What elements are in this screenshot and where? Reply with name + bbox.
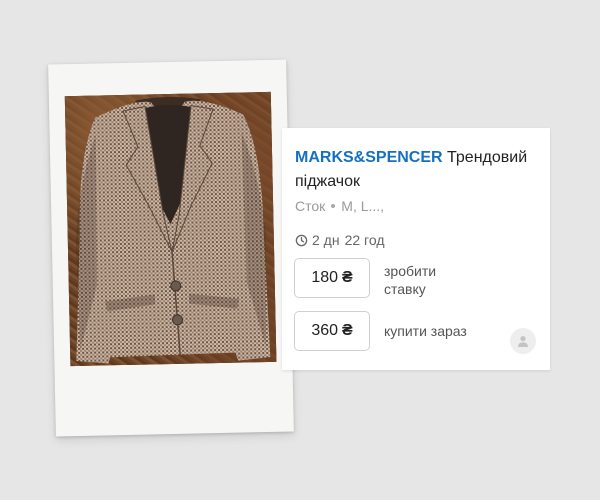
brand-name[interactable]: MARKS&SPENCER <box>295 149 443 166</box>
jacket-illustration <box>75 96 271 364</box>
bid-price: 180 <box>311 269 339 286</box>
time-days: 2 дн <box>312 232 340 248</box>
time-remaining: 2 дн 22 год <box>295 232 385 248</box>
product-photo-frame <box>48 59 294 437</box>
buy-now-price: 360 <box>311 322 339 339</box>
user-avatar-icon <box>518 336 528 347</box>
listing-card[interactable]: MARKS&SPENCER Трендовий піджачок Сток M,… <box>282 128 550 370</box>
item-sizes: M, L..., <box>341 198 385 214</box>
time-hours: 22 год <box>344 232 385 248</box>
listing-title[interactable]: MARKS&SPENCER Трендовий піджачок <box>295 146 543 194</box>
product-photo[interactable] <box>64 91 277 367</box>
bid-currency: ₴ <box>342 269 353 286</box>
place-bid-label[interactable]: зробити ставку <box>384 262 464 298</box>
seller-avatar[interactable] <box>510 328 536 354</box>
bid-price-button[interactable]: 180 ₴ <box>294 258 370 298</box>
item-details: Сток M, L..., <box>295 198 384 214</box>
separator-dot <box>331 204 336 208</box>
buy-now-label[interactable]: купити зараз <box>384 322 467 340</box>
clock-icon <box>295 234 308 246</box>
item-condition: Сток <box>295 198 326 214</box>
buy-now-currency: ₴ <box>342 322 353 339</box>
buy-now-price-button[interactable]: 360 ₴ <box>294 311 370 351</box>
